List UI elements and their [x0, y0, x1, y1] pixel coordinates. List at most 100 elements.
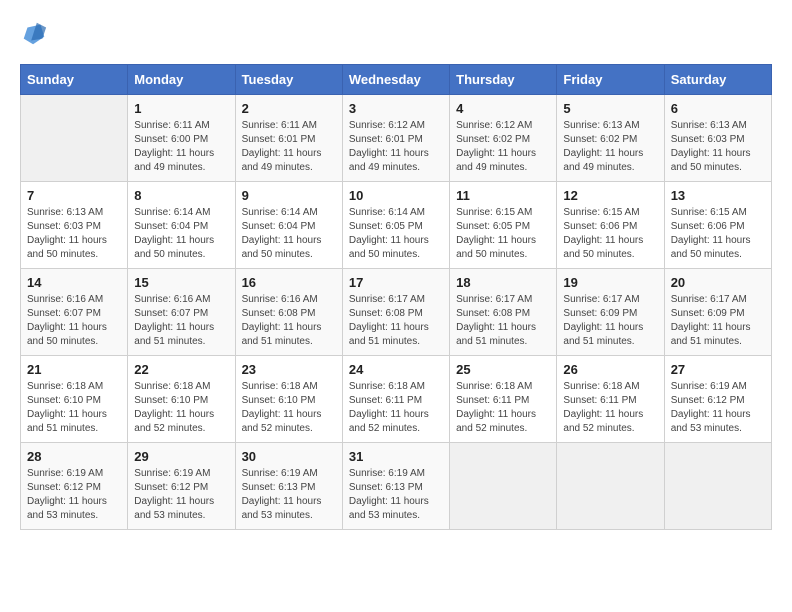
day-number: 8: [134, 188, 228, 203]
logo-icon: [20, 20, 48, 48]
day-number: 3: [349, 101, 443, 116]
day-cell: 8 Sunrise: 6:14 AM Sunset: 6:04 PM Daylig…: [128, 182, 235, 269]
day-info: Sunrise: 6:12 AM Sunset: 6:01 PM Dayligh…: [349, 119, 443, 175]
header-cell-thursday: Thursday: [450, 65, 557, 95]
day-info: Sunrise: 6:13 AM Sunset: 6:02 PM Dayligh…: [563, 119, 657, 175]
day-info: Sunrise: 6:18 AM Sunset: 6:11 PM Dayligh…: [563, 380, 657, 436]
day-cell: 30 Sunrise: 6:19 AM Sunset: 6:13 PM Dayli…: [235, 443, 342, 530]
day-cell: 29Sunrise: 6:19 AM Sunset: 6:12 PM Dayli…: [128, 443, 235, 530]
day-number: 21: [27, 362, 121, 377]
day-info: Sunrise: 6:13 AM Sunset: 6:03 PM Dayligh…: [27, 206, 121, 262]
day-number: 18: [456, 275, 550, 290]
day-info: Sunrise: 6:16 AM Sunset: 6:07 PM Dayligh…: [134, 293, 228, 349]
day-cell: [450, 443, 557, 530]
day-number: 11: [456, 188, 550, 203]
day-info: Sunrise: 6:17 AM Sunset: 6:09 PM Dayligh…: [563, 293, 657, 349]
day-info: Sunrise: 6:19 AM Sunset: 6:12 PM Dayligh…: [134, 467, 228, 523]
day-info: Sunrise: 6:16 AM Sunset: 6:07 PM Dayligh…: [27, 293, 121, 349]
day-cell: 1Sunrise: 6:11 AM Sunset: 6:00 PM Daylig…: [128, 95, 235, 182]
day-info: Sunrise: 6:15 AM Sunset: 6:06 PM Dayligh…: [671, 206, 765, 262]
day-info: Sunrise: 6:18 AM Sunset: 6:10 PM Dayligh…: [27, 380, 121, 436]
day-cell: 7Sunrise: 6:13 AM Sunset: 6:03 PM Daylig…: [21, 182, 128, 269]
day-number: 13: [671, 188, 765, 203]
day-cell: 14 Sunrise: 6:16 AM Sunset: 6:07 PM Dayli…: [21, 269, 128, 356]
day-cell: 31 Sunrise: 6:19 AM Sunset: 6:13 PM Dayli…: [342, 443, 449, 530]
week-row-1: 1Sunrise: 6:11 AM Sunset: 6:00 PM Daylig…: [21, 95, 772, 182]
day-number: 23: [242, 362, 336, 377]
header-cell-monday: Monday: [128, 65, 235, 95]
day-number: 25: [456, 362, 550, 377]
day-cell: 9 Sunrise: 6:14 AM Sunset: 6:04 PM Daylig…: [235, 182, 342, 269]
day-number: 26: [563, 362, 657, 377]
day-info: Sunrise: 6:15 AM Sunset: 6:05 PM Dayligh…: [456, 206, 550, 262]
day-cell: 10Sunrise: 6:14 AM Sunset: 6:05 PM Dayli…: [342, 182, 449, 269]
day-info: Sunrise: 6:18 AM Sunset: 6:11 PM Dayligh…: [349, 380, 443, 436]
day-cell: 5 Sunrise: 6:13 AM Sunset: 6:02 PM Daylig…: [557, 95, 664, 182]
day-info: Sunrise: 6:14 AM Sunset: 6:04 PM Dayligh…: [134, 206, 228, 262]
day-cell: 22 Sunrise: 6:18 AM Sunset: 6:10 PM Dayli…: [128, 356, 235, 443]
day-info: Sunrise: 6:19 AM Sunset: 6:13 PM Dayligh…: [349, 467, 443, 523]
day-cell: 24 Sunrise: 6:18 AM Sunset: 6:11 PM Dayli…: [342, 356, 449, 443]
day-number: 20: [671, 275, 765, 290]
day-number: 22: [134, 362, 228, 377]
day-cell: 25 Sunrise: 6:18 AM Sunset: 6:11 PM Dayli…: [450, 356, 557, 443]
logo: [20, 20, 52, 48]
day-cell: 21 Sunrise: 6:18 AM Sunset: 6:10 PM Dayli…: [21, 356, 128, 443]
day-number: 12: [563, 188, 657, 203]
day-info: Sunrise: 6:15 AM Sunset: 6:06 PM Dayligh…: [563, 206, 657, 262]
day-number: 9: [242, 188, 336, 203]
calendar-table: SundayMondayTuesdayWednesdayThursdayFrid…: [20, 64, 772, 530]
day-cell: 12 Sunrise: 6:15 AM Sunset: 6:06 PM Dayli…: [557, 182, 664, 269]
day-number: 2: [242, 101, 336, 116]
day-cell: 27 Sunrise: 6:19 AM Sunset: 6:12 PM Dayli…: [664, 356, 771, 443]
day-info: Sunrise: 6:19 AM Sunset: 6:12 PM Dayligh…: [671, 380, 765, 436]
day-info: Sunrise: 6:14 AM Sunset: 6:04 PM Dayligh…: [242, 206, 336, 262]
header-row: SundayMondayTuesdayWednesdayThursdayFrid…: [21, 65, 772, 95]
day-cell: 20Sunrise: 6:17 AM Sunset: 6:09 PM Dayli…: [664, 269, 771, 356]
day-info: Sunrise: 6:18 AM Sunset: 6:10 PM Dayligh…: [134, 380, 228, 436]
header-cell-tuesday: Tuesday: [235, 65, 342, 95]
day-cell: 3 Sunrise: 6:12 AM Sunset: 6:01 PM Daylig…: [342, 95, 449, 182]
day-cell: [557, 443, 664, 530]
day-number: 5: [563, 101, 657, 116]
day-cell: 2 Sunrise: 6:11 AM Sunset: 6:01 PM Daylig…: [235, 95, 342, 182]
day-info: Sunrise: 6:11 AM Sunset: 6:01 PM Dayligh…: [242, 119, 336, 175]
day-info: Sunrise: 6:17 AM Sunset: 6:08 PM Dayligh…: [456, 293, 550, 349]
day-cell: 13 Sunrise: 6:15 AM Sunset: 6:06 PM Dayli…: [664, 182, 771, 269]
week-row-5: 28 Sunrise: 6:19 AM Sunset: 6:12 PM Dayli…: [21, 443, 772, 530]
day-cell: [664, 443, 771, 530]
day-number: 14: [27, 275, 121, 290]
week-row-4: 21 Sunrise: 6:18 AM Sunset: 6:10 PM Dayli…: [21, 356, 772, 443]
day-number: 4: [456, 101, 550, 116]
day-cell: 15 Sunrise: 6:16 AM Sunset: 6:07 PM Dayli…: [128, 269, 235, 356]
day-cell: 28Sunrise: 6:19 AM Sunset: 6:12 PM Dayli…: [21, 443, 128, 530]
day-number: 10: [349, 188, 443, 203]
day-number: 6: [671, 101, 765, 116]
day-number: 17: [349, 275, 443, 290]
week-row-3: 14 Sunrise: 6:16 AM Sunset: 6:07 PM Dayli…: [21, 269, 772, 356]
day-number: 27: [671, 362, 765, 377]
day-number: 31: [349, 449, 443, 464]
day-number: 19: [563, 275, 657, 290]
day-cell: 11 Sunrise: 6:15 AM Sunset: 6:05 PM Dayli…: [450, 182, 557, 269]
day-cell: 26 Sunrise: 6:18 AM Sunset: 6:11 PM Dayli…: [557, 356, 664, 443]
day-info: Sunrise: 6:13 AM Sunset: 6:03 PM Dayligh…: [671, 119, 765, 175]
day-cell: 18 Sunrise: 6:17 AM Sunset: 6:08 PM Dayli…: [450, 269, 557, 356]
day-number: 24: [349, 362, 443, 377]
day-number: 28: [27, 449, 121, 464]
day-number: 30: [242, 449, 336, 464]
day-info: Sunrise: 6:11 AM Sunset: 6:00 PM Dayligh…: [134, 119, 228, 175]
day-info: Sunrise: 6:18 AM Sunset: 6:11 PM Dayligh…: [456, 380, 550, 436]
header-cell-sunday: Sunday: [21, 65, 128, 95]
day-number: 16: [242, 275, 336, 290]
day-cell: 16 Sunrise: 6:16 AM Sunset: 6:08 PM Dayli…: [235, 269, 342, 356]
day-number: 15: [134, 275, 228, 290]
day-info: Sunrise: 6:17 AM Sunset: 6:08 PM Dayligh…: [349, 293, 443, 349]
day-info: Sunrise: 6:18 AM Sunset: 6:10 PM Dayligh…: [242, 380, 336, 436]
header-cell-wednesday: Wednesday: [342, 65, 449, 95]
day-info: Sunrise: 6:19 AM Sunset: 6:13 PM Dayligh…: [242, 467, 336, 523]
day-info: Sunrise: 6:16 AM Sunset: 6:08 PM Dayligh…: [242, 293, 336, 349]
day-cell: 23 Sunrise: 6:18 AM Sunset: 6:10 PM Dayli…: [235, 356, 342, 443]
day-info: Sunrise: 6:12 AM Sunset: 6:02 PM Dayligh…: [456, 119, 550, 175]
day-cell: 19 Sunrise: 6:17 AM Sunset: 6:09 PM Dayli…: [557, 269, 664, 356]
